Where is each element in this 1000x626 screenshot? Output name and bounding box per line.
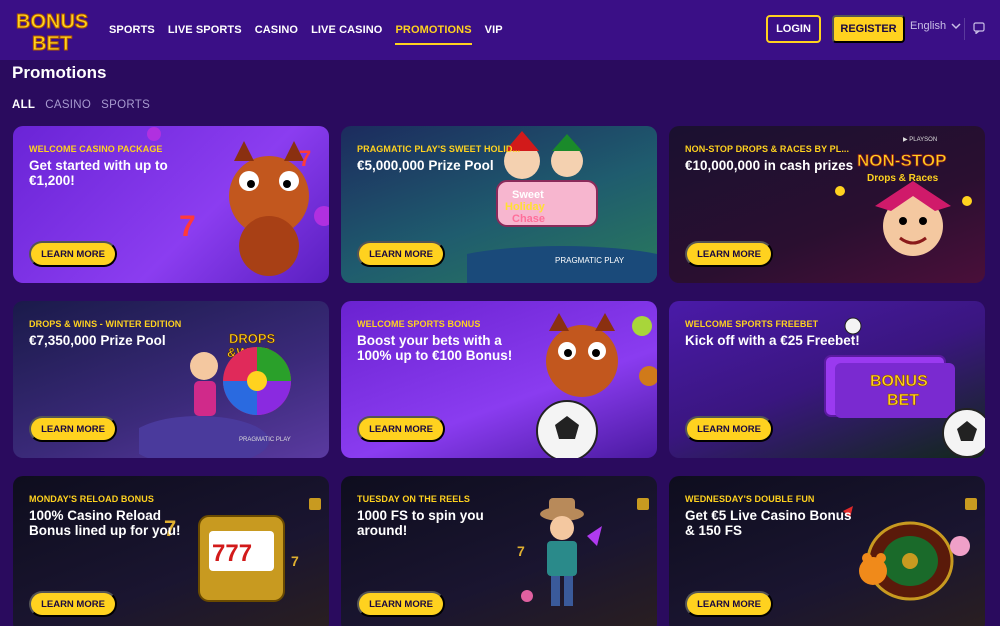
svg-text:BET: BET (887, 392, 919, 409)
language-selector[interactable]: English (910, 20, 961, 32)
bonus-bet-logo[interactable]: BONUS BET (14, 8, 94, 56)
nav-live-sports[interactable]: LIVE SPORTS (168, 20, 242, 40)
main-nav: SPORTS LIVE SPORTS CASINO LIVE CASINO PR… (109, 0, 516, 60)
logo-graphic: BONUS BET (16, 11, 89, 56)
promo-card-welcome-sports[interactable]: WELCOME SPORTS BONUS Boost your bets wit… (341, 301, 657, 458)
cowboy-illustration: 7 (467, 476, 657, 626)
page-title: Promotions (12, 63, 107, 82)
freebet-ticket-illustration: BONUS BET (795, 301, 985, 458)
learn-more-button[interactable]: LEARN MORE (29, 241, 117, 267)
learn-more-button[interactable]: LEARN MORE (29, 591, 117, 617)
red-panda-illustration: 7 7 (139, 126, 329, 283)
register-button[interactable]: REGISTER (832, 15, 905, 43)
promo-eyebrow: NON-STOP DROPS & RACES BY PL... (685, 144, 850, 154)
promo-headline: €7,350,000 Prize Pool (29, 333, 166, 348)
svg-text:PRAGMATIC PLAY: PRAGMATIC PLAY (239, 437, 291, 443)
svg-text:7: 7 (299, 146, 311, 171)
chevron-down-icon (951, 22, 961, 29)
promo-card-monday-reload[interactable]: 777 7 7 MONDAY'S RELOAD BONUS 100% Casin… (13, 476, 329, 626)
promo-eyebrow: MONDAY'S RELOAD BONUS (29, 494, 154, 504)
art-title-line1: Sweet (512, 189, 544, 201)
promo-eyebrow: WEDNESDAY'S DOUBLE FUN (685, 494, 815, 504)
promo-headline: 100% Casino Reload Bonus lined up for yo… (29, 508, 181, 538)
language-label: English (910, 20, 947, 32)
svg-text:▶ PLAYSON: ▶ PLAYSON (903, 137, 937, 143)
roulette-illustration (795, 476, 985, 626)
promo-eyebrow: TUESDAY ON THE REELS (357, 494, 471, 504)
promo-headline: Kick off with a €25 Freebet! (685, 333, 860, 348)
learn-more-button[interactable]: LEARN MORE (357, 241, 445, 267)
svg-text:7: 7 (517, 543, 525, 559)
filter-sports[interactable]: SPORTS (101, 99, 150, 111)
promo-card-sports-freebet[interactable]: BONUS BET WELCOME SPORTS FREEBET Kick of… (669, 301, 985, 458)
learn-more-button[interactable]: LEARN MORE (29, 416, 117, 442)
promo-card-non-stop-drops[interactable]: ▶ PLAYSON NON-STOP Drops & Races NON-STO… (669, 126, 985, 283)
svg-text:BONUS: BONUS (16, 11, 88, 33)
learn-more-button[interactable]: LEARN MORE (357, 416, 445, 442)
promo-headline: Boost your bets with a 100% up to €100 B… (357, 333, 513, 363)
svg-text:BET: BET (32, 33, 72, 54)
promo-card-drops-wins[interactable]: DROPS &WINS PRAGMATIC PLAY DROPS & WINS … (13, 301, 329, 458)
promo-eyebrow: PRAGMATIC PLAY'S SWEET HOLID... (357, 144, 521, 154)
red-panda-football-illustration (467, 301, 657, 458)
nav-live-casino[interactable]: LIVE CASINO (311, 20, 382, 40)
promo-eyebrow: DROPS & WINS - WINTER EDITION (29, 319, 182, 329)
svg-text:NON-STOP: NON-STOP (857, 151, 946, 170)
svg-text:7: 7 (179, 210, 196, 243)
header-divider (964, 18, 965, 40)
promo-headline: 1000 FS to spin you around! (357, 508, 484, 538)
promo-card-tuesday-reels[interactable]: 7 TUESDAY ON THE REELS 1000 FS to spin y… (341, 476, 657, 626)
svg-text:Drops & Races: Drops & Races (867, 173, 939, 184)
promo-headline: €5,000,000 Prize Pool (357, 158, 494, 173)
learn-more-button[interactable]: LEARN MORE (357, 591, 445, 617)
learn-more-button[interactable]: LEARN MORE (685, 416, 773, 442)
top-header: BONUS BET SPORTS LIVE SPORTS CASINO LIVE… (0, 0, 1000, 60)
promo-card-welcome-casino[interactable]: 7 7 WELCOME CASINO PACKAGE Get started w… (13, 126, 329, 283)
login-button[interactable]: LOGIN (766, 15, 821, 43)
promo-headline: €10,000,000 in cash prizes (685, 158, 854, 173)
nav-casino[interactable]: CASINO (255, 20, 298, 40)
promo-eyebrow: WELCOME CASINO PACKAGE (29, 144, 163, 154)
promo-card-wednesday-double-fun[interactable]: WEDNESDAY'S DOUBLE FUN Get €5 Live Casin… (669, 476, 985, 626)
promo-eyebrow: WELCOME SPORTS FREEBET (685, 319, 819, 329)
svg-text:BONUS: BONUS (870, 373, 928, 390)
svg-text:777: 777 (212, 540, 252, 567)
nav-sports[interactable]: SPORTS (109, 20, 155, 40)
svg-text:Chase: Chase (512, 213, 545, 225)
nav-vip[interactable]: VIP (485, 20, 503, 40)
svg-text:DROPS: DROPS (229, 331, 276, 346)
filter-casino[interactable]: CASINO (45, 99, 91, 111)
promo-headline: Get started with up to €1,200! (29, 158, 168, 188)
promo-filter-tabs: ALL CASINO SPORTS (12, 99, 150, 111)
promo-card-sweet-holiday[interactable]: Sweet Holiday Chase PRAGMATIC PLAY PRAGM… (341, 126, 657, 283)
svg-text:PRAGMATIC PLAY: PRAGMATIC PLAY (555, 256, 625, 265)
learn-more-button[interactable]: LEARN MORE (685, 591, 773, 617)
filter-all[interactable]: ALL (12, 99, 35, 111)
svg-text:Holiday: Holiday (505, 201, 546, 213)
chat-icon[interactable] (973, 22, 985, 34)
slot-machine-illustration: 777 7 7 (139, 476, 329, 626)
promo-eyebrow: WELCOME SPORTS BONUS (357, 319, 481, 329)
svg-text:7: 7 (291, 553, 299, 569)
promo-headline: Get €5 Live Casino Bonus & 150 FS (685, 508, 852, 538)
nav-promotions[interactable]: PROMOTIONS (395, 20, 472, 45)
learn-more-button[interactable]: LEARN MORE (685, 241, 773, 267)
